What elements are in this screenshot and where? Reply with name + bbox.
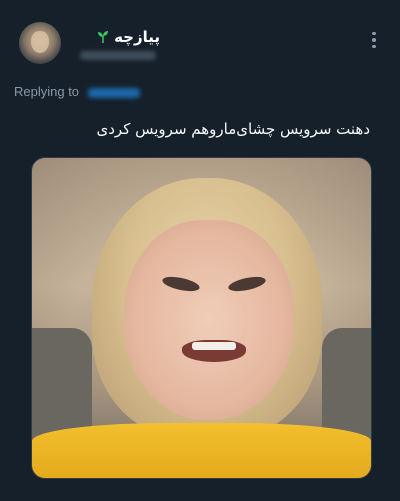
author-handle-redacted — [80, 51, 156, 60]
author-avatar[interactable] — [19, 22, 61, 64]
more-options-button[interactable] — [364, 28, 384, 52]
tweet-photo[interactable] — [31, 157, 372, 479]
author-display-name[interactable]: پیازچه — [114, 28, 160, 46]
author-name-row[interactable]: پیازچه — [96, 28, 160, 46]
replying-to-label: Replying to — [14, 84, 80, 99]
tweet-text: دهنت سرویس چشای‌ماروهم سرویس کردی — [96, 120, 370, 138]
reply-handle-redacted[interactable] — [88, 88, 140, 98]
avatar-face — [31, 31, 49, 53]
more-vertical-icon — [372, 31, 376, 36]
photo-child-teeth — [192, 342, 236, 350]
photo-child-shirt — [32, 423, 371, 478]
sprout-icon — [98, 31, 109, 43]
tweet-card[interactable]: پیازچه Replying to دهنت سرویس چشای‌ماروه… — [0, 0, 400, 501]
photo-child-face — [124, 220, 294, 420]
